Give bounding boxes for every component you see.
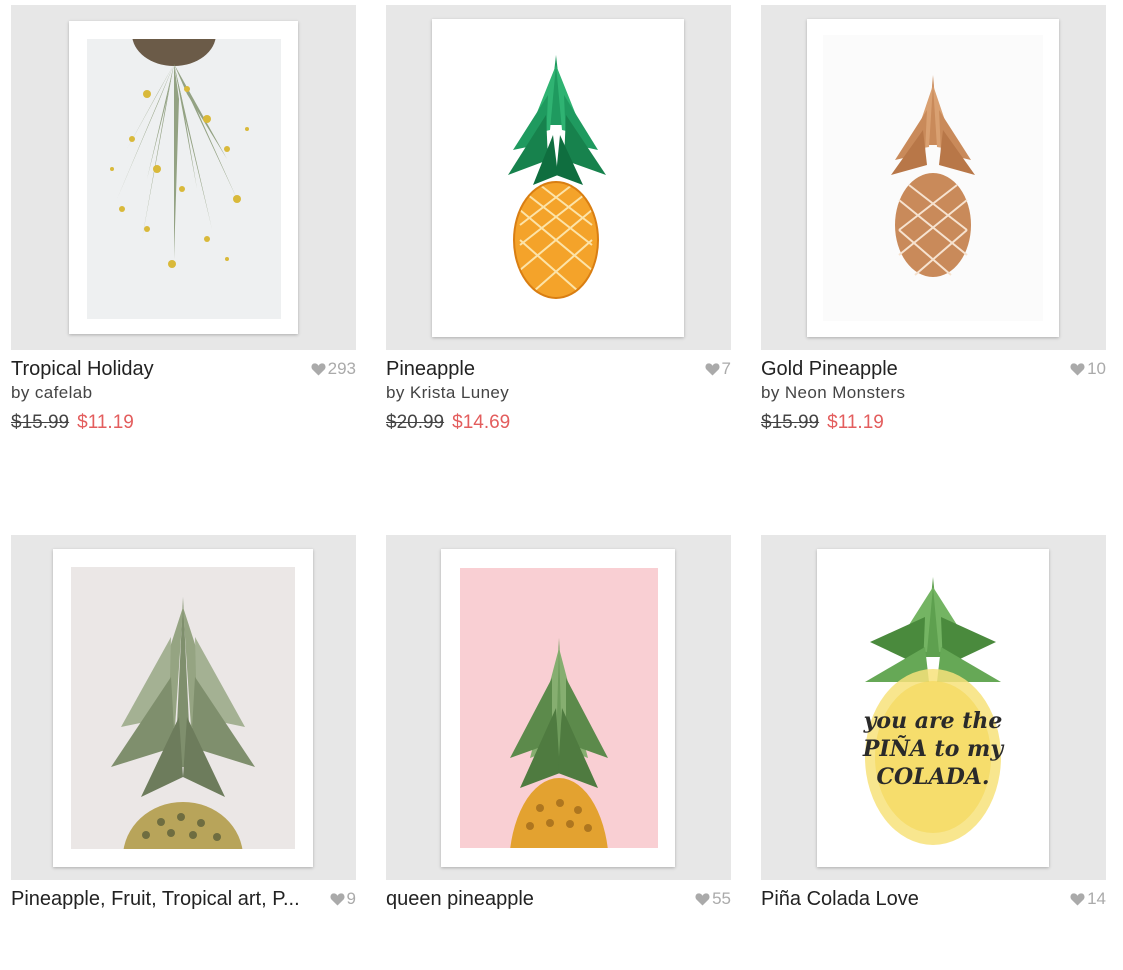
sale-price: $14.69: [452, 412, 511, 433]
sale-price: $11.19: [827, 412, 884, 433]
product-thumbnail[interactable]: [11, 5, 356, 350]
product-title[interactable]: Pineapple: [386, 357, 676, 381]
product-meta: Pineapple, Fruit, Tropical art, P... 9: [11, 880, 356, 970]
like-count: 293: [327, 359, 356, 378]
product-thumbnail[interactable]: [11, 535, 356, 880]
like-count: 10: [1087, 359, 1106, 378]
like-button[interactable]: 14: [1070, 887, 1106, 911]
product-title[interactable]: Piña Colada Love: [761, 887, 1051, 911]
like-button[interactable]: 55: [695, 887, 731, 911]
product-card[interactable]: Pineapple 7 by Krista Luney $20.99 $14.69: [386, 5, 731, 440]
heart-icon: [1070, 892, 1085, 906]
product-meta: Tropical Holiday 293 by cafelab $15.99 $1…: [11, 350, 356, 440]
heart-icon: [330, 892, 345, 906]
product-artist[interactable]: by Neon Monsters: [761, 383, 905, 403]
product-meta: Gold Pineapple 10 by Neon Monsters $15.9…: [761, 350, 1106, 440]
sale-price: $11.19: [77, 412, 134, 433]
product-thumbnail[interactable]: [386, 5, 731, 350]
product-artist[interactable]: by cafelab: [11, 383, 93, 403]
product-prices: $20.99 $14.69: [386, 412, 510, 434]
product-thumbnail[interactable]: [761, 5, 1106, 350]
product-thumbnail[interactable]: you are the PIÑA to my COLADA.: [761, 535, 1106, 880]
product-meta: queen pineapple 55: [386, 880, 731, 970]
like-button[interactable]: 9: [330, 887, 356, 911]
product-prices: $15.99 $11.19: [761, 412, 884, 434]
product-title[interactable]: Tropical Holiday: [11, 357, 301, 381]
product-card[interactable]: queen pineapple 55: [386, 535, 731, 970]
heart-icon: [311, 362, 326, 376]
product-title[interactable]: Gold Pineapple: [761, 357, 1051, 381]
original-price: $15.99: [11, 412, 70, 433]
product-card[interactable]: Gold Pineapple 10 by Neon Monsters $15.9…: [761, 5, 1106, 440]
product-image: [87, 39, 281, 319]
product-meta: Piña Colada Love 14: [761, 880, 1106, 970]
like-button[interactable]: 293: [311, 357, 356, 381]
like-count: 55: [712, 889, 731, 908]
product-card[interactable]: you are the PIÑA to my COLADA. Piña Cola…: [761, 535, 1106, 970]
original-price: $20.99: [386, 412, 445, 433]
heart-icon: [1070, 362, 1085, 376]
product-image: [71, 567, 295, 849]
like-button[interactable]: 10: [1070, 357, 1106, 381]
product-image: [460, 568, 658, 848]
product-image: [823, 35, 1043, 321]
like-count: 9: [346, 889, 356, 908]
product-card[interactable]: Pineapple, Fruit, Tropical art, P... 9: [11, 535, 356, 970]
art-lettering: you are the PIÑA to my COLADA.: [862, 708, 1004, 790]
product-image: [448, 35, 668, 321]
like-button[interactable]: 7: [705, 357, 731, 381]
product-card[interactable]: Tropical Holiday 293 by cafelab $15.99 $1…: [11, 5, 356, 440]
heart-icon: [705, 362, 720, 376]
like-count: 7: [721, 359, 731, 378]
like-count: 14: [1087, 889, 1106, 908]
product-artist[interactable]: by Krista Luney: [386, 383, 509, 403]
product-image: you are the PIÑA to my COLADA.: [825, 557, 1041, 859]
product-grid: Tropical Holiday 293 by cafelab $15.99 $1…: [0, 0, 1123, 910]
product-meta: Pineapple 7 by Krista Luney $20.99 $14.69: [386, 350, 731, 440]
original-price: $15.99: [761, 412, 820, 433]
product-prices: $15.99 $11.19: [11, 412, 134, 434]
heart-icon: [695, 892, 710, 906]
product-title[interactable]: Pineapple, Fruit, Tropical art, P...: [11, 887, 301, 911]
product-thumbnail[interactable]: [386, 535, 731, 880]
product-title[interactable]: queen pineapple: [386, 887, 676, 911]
